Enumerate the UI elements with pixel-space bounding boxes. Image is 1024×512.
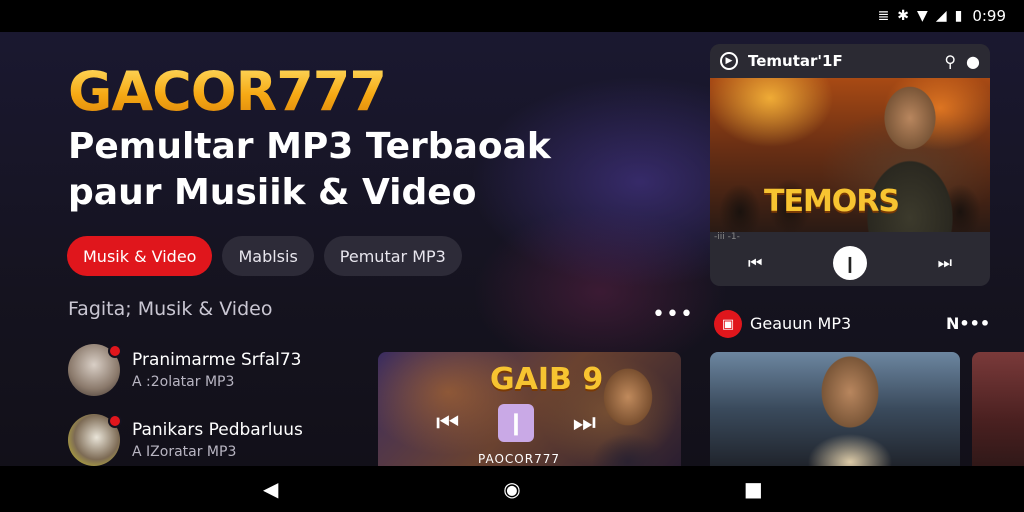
channel-logo-icon: ▣ bbox=[714, 310, 742, 338]
next-icon[interactable]: ⏭ bbox=[573, 408, 596, 439]
chip-musik-video[interactable]: Musik & Video bbox=[67, 236, 213, 276]
mini-player-title: Temutar'1F bbox=[748, 52, 843, 70]
pause-button[interactable]: ❙ bbox=[498, 404, 534, 442]
pause-button[interactable]: ❙ bbox=[833, 246, 867, 280]
recommend-more-button[interactable]: N••• bbox=[946, 314, 990, 333]
brand-logo-text: GACOR777 bbox=[68, 60, 387, 123]
section-more-button[interactable]: ••• bbox=[652, 304, 694, 326]
video-card-caption: PAOCOR777 bbox=[478, 452, 560, 466]
filter-chips: Musik & Video Mablsis Pemutar MP3 bbox=[67, 236, 462, 276]
page-headline: Pemultar MP3 Terbaoak paur Musiik & Vide… bbox=[68, 124, 588, 216]
app-logo-icon: ▶ bbox=[720, 52, 738, 70]
avatar bbox=[68, 344, 122, 396]
list-item-subtitle: A IZoratar MP3 bbox=[132, 444, 237, 460]
video-card-title: GAIB 9 bbox=[490, 362, 604, 397]
mini-player-header: ▶ Temutar'1F ⚲ ● bbox=[710, 44, 990, 78]
chip-pemutar-mp3[interactable]: Pemutar MP3 bbox=[323, 236, 462, 276]
list-item[interactable]: Panikars Pedbarluus A IZoratar MP3 bbox=[68, 414, 303, 466]
wifi-icon: ▼ bbox=[917, 8, 928, 24]
event-thumbnail-card[interactable] bbox=[972, 352, 1024, 466]
status-bar: ≣ ✱ ▼ ◢ ▮ 0:99 bbox=[0, 0, 1024, 32]
mini-player-card[interactable]: ▶ Temutar'1F ⚲ ● TEMORS -iii -1- ⏮ ❙ ⏭ bbox=[710, 44, 990, 286]
section-title: Fagita; Musik & Video bbox=[68, 298, 273, 320]
list-item-title: Pranimarme Srfal73 bbox=[132, 350, 302, 370]
search-icon[interactable]: ⚲ bbox=[944, 52, 956, 71]
more-icon[interactable]: ● bbox=[966, 52, 980, 71]
list-item-title: Panikars Pedbarluus bbox=[132, 420, 303, 440]
avatar bbox=[68, 414, 122, 466]
back-icon[interactable]: ◀ bbox=[251, 477, 291, 501]
event-thumbnail-card[interactable] bbox=[710, 352, 960, 466]
artwork-banner: TEMORS bbox=[764, 184, 900, 219]
headline-line-2: paur Musiik & Video bbox=[68, 172, 477, 213]
live-badge-icon bbox=[108, 414, 122, 428]
live-badge-icon bbox=[108, 344, 122, 358]
list-item[interactable]: Pranimarme Srfal73 A :2olatar MP3 bbox=[68, 344, 302, 396]
video-card[interactable]: GAIB 9 ⏮ ❙ ⏭ PAOCOR777 bbox=[378, 352, 681, 466]
recommend-title: Geauun MP3 bbox=[750, 314, 852, 333]
system-nav-bar: ◀ ◉ ■ bbox=[0, 466, 1024, 512]
battery-icon: ▮ bbox=[954, 8, 963, 24]
video-controls: ⏮ ❙ ⏭ bbox=[436, 404, 596, 442]
vibrate-icon: ≣ bbox=[877, 8, 890, 24]
mini-player-artwork: TEMORS bbox=[710, 78, 990, 232]
signal-icon: ◢ bbox=[935, 8, 947, 24]
status-time: 0:99 bbox=[972, 7, 1006, 25]
next-icon[interactable]: ⏭ bbox=[938, 253, 952, 273]
previous-icon[interactable]: ⏮ bbox=[436, 408, 459, 439]
home-icon[interactable]: ◉ bbox=[492, 477, 532, 501]
recents-icon[interactable]: ■ bbox=[733, 477, 773, 501]
previous-icon[interactable]: ⏮ bbox=[748, 253, 762, 273]
headline-line-1: Pemultar MP3 Terbaoak bbox=[68, 126, 551, 167]
bluetooth-icon: ✱ bbox=[897, 8, 910, 24]
chip-mablsis[interactable]: Mablsis bbox=[222, 236, 314, 276]
list-item-subtitle: A :2olatar MP3 bbox=[132, 374, 235, 390]
mini-player-controls: ⏮ ❙ ⏭ bbox=[710, 240, 990, 286]
